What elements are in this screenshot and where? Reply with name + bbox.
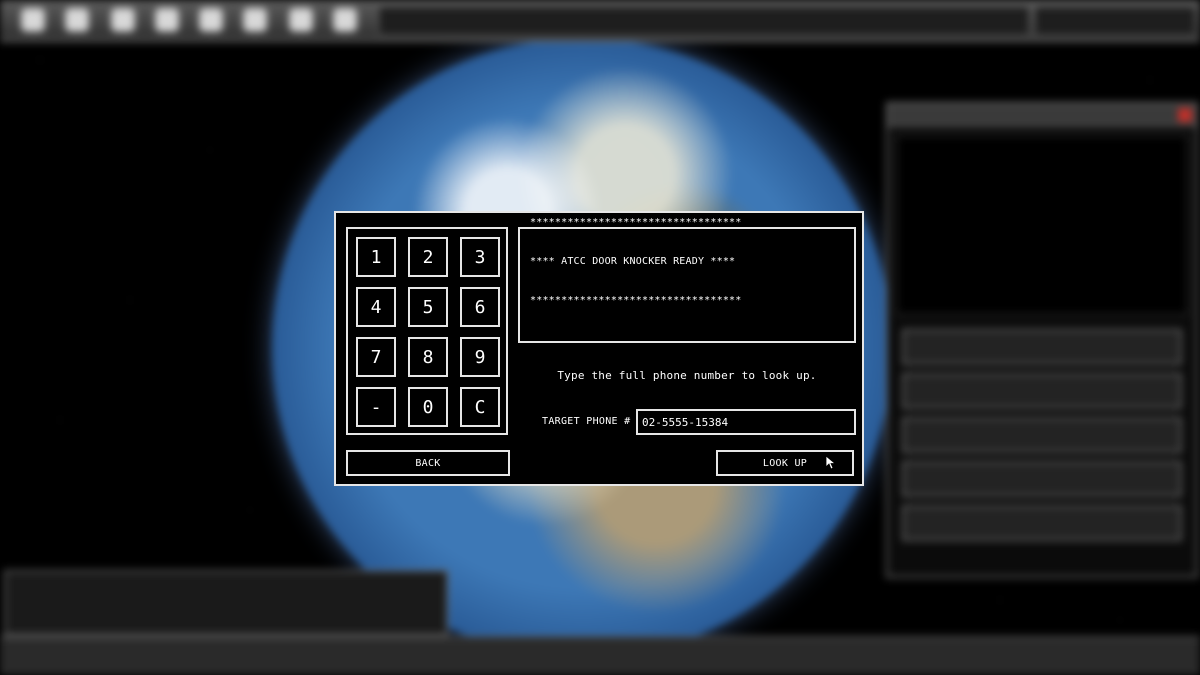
status-console: ********************************** **** … bbox=[518, 217, 856, 343]
keypad-key-dash[interactable]: - bbox=[356, 387, 396, 427]
door-knocker-dialog: 1 2 3 4 5 6 7 8 9 - 0 C ****************… bbox=[334, 211, 864, 486]
side-panel-close-icon[interactable] bbox=[1178, 108, 1192, 122]
side-panel-button-1[interactable] bbox=[902, 329, 1182, 365]
keypad-key-0[interactable]: 0 bbox=[408, 387, 448, 427]
side-panel bbox=[886, 102, 1198, 578]
toolbar-app-icon-6[interactable] bbox=[244, 9, 266, 31]
side-panel-button-3[interactable] bbox=[902, 417, 1182, 453]
keypad-key-7[interactable]: 7 bbox=[356, 337, 396, 377]
keypad-key-8[interactable]: 8 bbox=[408, 337, 448, 377]
bottom-taskbar bbox=[0, 636, 1200, 675]
keypad-key-6[interactable]: 6 bbox=[460, 287, 500, 327]
side-panel-button-5[interactable] bbox=[902, 505, 1182, 541]
instruction-text: Type the full phone number to look up. bbox=[557, 369, 817, 382]
console-lines: ********************************** **** … bbox=[530, 190, 742, 333]
console-line: ********************************** bbox=[530, 217, 742, 228]
mouse-pointer-icon bbox=[826, 456, 835, 469]
keypad-key-2[interactable]: 2 bbox=[408, 237, 448, 277]
console-line: **** ATCC DOOR KNOCKER READY **** bbox=[530, 256, 736, 267]
keypad-key-5[interactable]: 5 bbox=[408, 287, 448, 327]
top-toolbar bbox=[0, 0, 1200, 42]
toolbar-app-icon-1[interactable] bbox=[22, 9, 44, 31]
target-phone-label: TARGET PHONE # bbox=[542, 416, 631, 427]
side-panel-button-4[interactable] bbox=[902, 461, 1182, 497]
side-panel-button-2[interactable] bbox=[902, 373, 1182, 409]
console-line: ********************************** bbox=[530, 295, 742, 306]
keypad-key-3[interactable]: 3 bbox=[460, 237, 500, 277]
toolbar-app-icon-5[interactable] bbox=[200, 9, 222, 31]
keypad: 1 2 3 4 5 6 7 8 9 - 0 C bbox=[346, 227, 508, 435]
toolbar-address-field bbox=[378, 6, 1030, 36]
toolbar-file-icon[interactable] bbox=[334, 9, 356, 31]
back-button[interactable]: BACK bbox=[346, 450, 510, 476]
keypad-key-1[interactable]: 1 bbox=[356, 237, 396, 277]
toolbar-app-icon-2[interactable] bbox=[66, 9, 88, 31]
target-phone-input[interactable] bbox=[636, 409, 856, 435]
toolbar-status-area bbox=[1034, 6, 1196, 36]
side-panel-console bbox=[896, 135, 1188, 315]
keypad-key-9[interactable]: 9 bbox=[460, 337, 500, 377]
bottom-info-box bbox=[4, 570, 448, 636]
side-panel-titlebar bbox=[888, 104, 1196, 127]
toolbar-app-icon-3[interactable] bbox=[112, 9, 134, 31]
keypad-key-clear[interactable]: C bbox=[460, 387, 500, 427]
keypad-key-4[interactable]: 4 bbox=[356, 287, 396, 327]
toolbar-app-icon-4[interactable] bbox=[156, 9, 178, 31]
toolbar-lock-icon[interactable] bbox=[290, 9, 312, 31]
